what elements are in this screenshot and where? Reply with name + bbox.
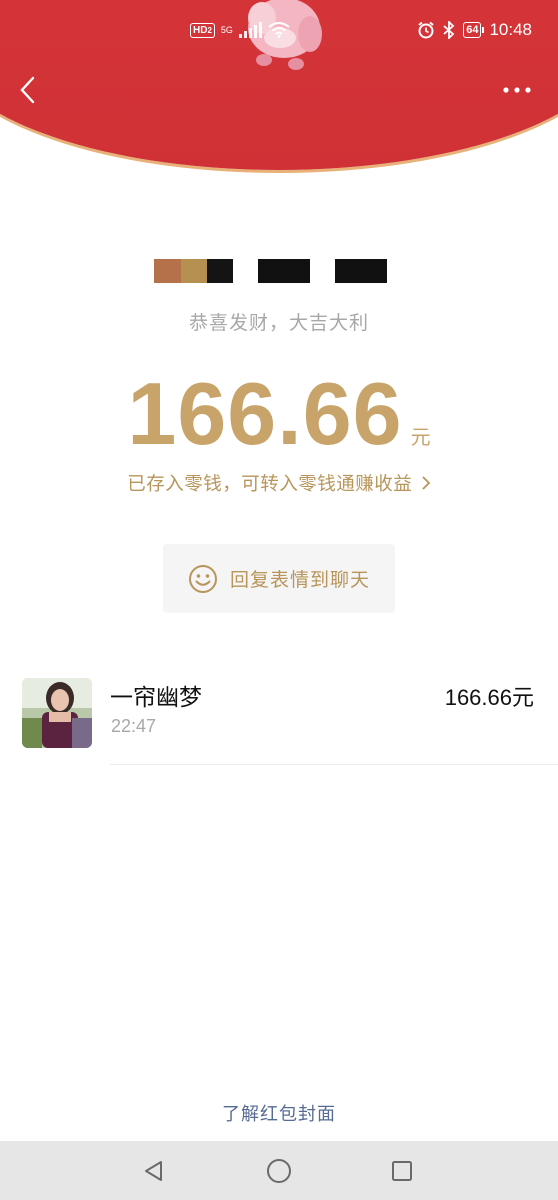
redaction-gap [310,259,335,283]
status-left-group: HD2 5G [190,22,290,38]
more-dots-icon [503,87,531,93]
record-sender-name: 一帘幽梦 [110,685,202,711]
list-item[interactable]: 一帘幽梦 22:47 166.66元 [0,668,558,766]
redaction-block [335,259,387,283]
redaction-block [154,259,181,283]
redaction-gap [233,259,258,283]
more-button[interactable] [500,80,534,100]
nav-recents-button[interactable] [387,1156,417,1186]
recents-square-icon [392,1161,412,1181]
alarm-icon [418,21,434,39]
hd-sub-label: 2 [207,25,212,35]
wifi-icon [268,22,290,38]
home-circle-icon [267,1159,291,1183]
system-navigation-bar [0,1141,558,1200]
back-triangle-icon [145,1161,162,1181]
hd-label: HD [193,24,208,36]
redaction-block [258,259,310,283]
greeting-text: 恭喜发财，大吉大利 [188,312,369,334]
chevron-right-icon [422,476,430,490]
smiley-icon [188,564,217,593]
record-amount: 166.66元 [444,685,534,710]
nav-back-button[interactable] [139,1156,169,1186]
record-time: 22:47 [111,716,157,736]
amount-value: 166.66 [127,364,403,463]
avatar[interactable] [22,678,92,748]
status-bar: HD2 5G 64 10:48 [0,0,558,64]
nav-home-button[interactable] [264,1156,294,1186]
divider [110,764,558,765]
back-button[interactable] [12,72,42,108]
amount-unit: 元 [410,425,431,449]
sender-name-redacted [154,258,387,284]
deposit-change-link[interactable]: 已存入零钱，可转入零钱通赚收益 [0,470,558,496]
network-type-label: 5G [220,25,233,35]
redaction-block [181,259,207,283]
red-packet-detail-screen: HD2 5G 64 10:48 恭喜发财，大吉大利 166.66 元 已存入零钱… [0,0,558,1200]
chevron-left-icon [20,76,35,104]
status-right-group: 64 10:48 [417,20,532,40]
reply-sticker-button[interactable]: 回复表情到聊天 [163,544,395,613]
battery-icon: 64 [463,22,485,38]
deposit-link-text: 已存入零钱，可转入零钱通赚收益 [127,474,413,495]
amount-row: 166.66 元 [0,368,558,460]
bluetooth-icon [443,21,455,39]
status-time: 10:48 [489,20,532,39]
battery-level: 64 [466,24,479,36]
hd-badge: HD2 [190,22,215,38]
signal-icon [238,22,262,38]
avatar-image [22,678,92,748]
learn-red-packet-cover-link[interactable]: 了解红包封面 [0,1100,558,1126]
reply-button-label: 回复表情到聊天 [229,569,370,591]
redaction-block [207,259,233,283]
